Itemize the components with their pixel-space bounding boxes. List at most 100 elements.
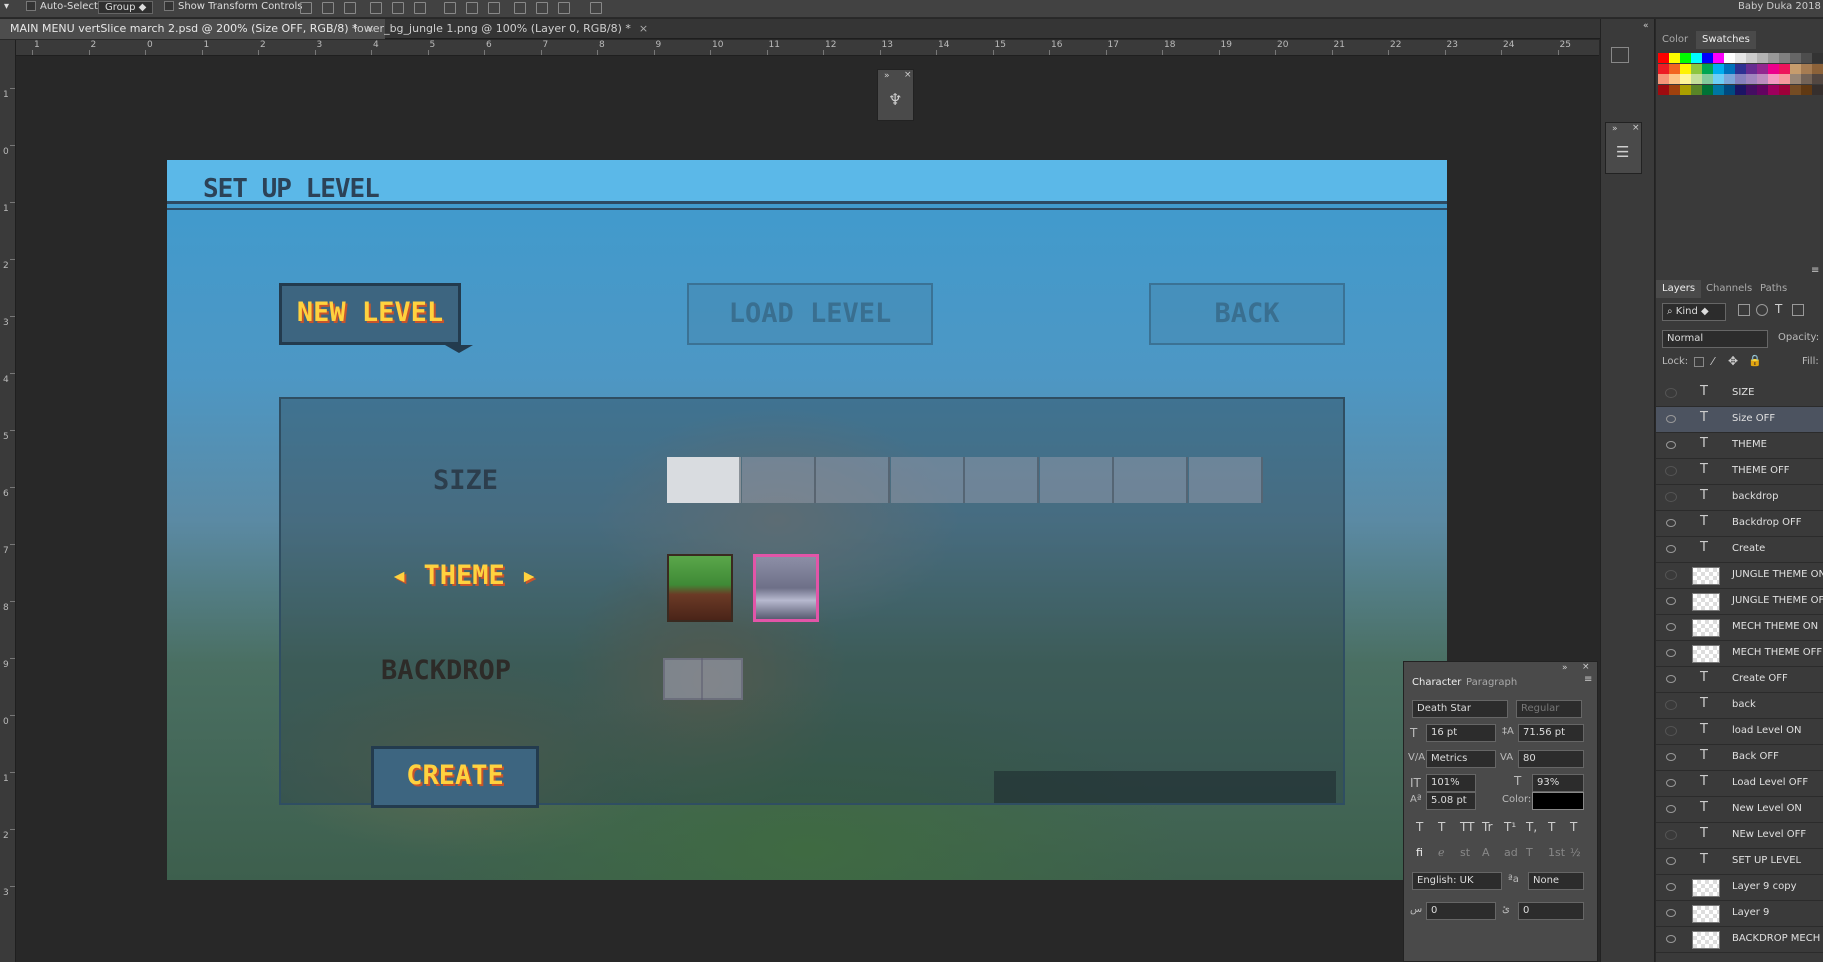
swatch[interactable] <box>1801 84 1812 95</box>
opentype-button[interactable]: ½ <box>1570 846 1581 859</box>
swatch[interactable] <box>1658 53 1669 63</box>
text-style-button[interactable]: Tr <box>1482 820 1493 834</box>
opentype-button[interactable]: A <box>1482 846 1490 859</box>
swatch[interactable] <box>1757 84 1768 95</box>
distribute-left-icon[interactable] <box>514 2 526 14</box>
theme-label[interactable]: ◂ THEME ▸ <box>391 560 537 591</box>
mech-theme-tile[interactable] <box>753 554 819 622</box>
swatch[interactable] <box>1713 63 1724 74</box>
visibility-eye-icon[interactable] <box>1666 909 1676 917</box>
visibility-eye-icon[interactable] <box>1666 415 1676 423</box>
size-segment[interactable] <box>667 457 741 503</box>
swatch[interactable] <box>1746 84 1757 95</box>
backdrop-swatch[interactable] <box>663 658 743 700</box>
blend-mode-dropdown[interactable]: Normal <box>1662 330 1768 348</box>
opentype-button[interactable]: ℯ <box>1438 846 1445 859</box>
close-icon[interactable]: × <box>1632 123 1640 133</box>
text-style-button[interactable]: T¹ <box>1504 820 1516 834</box>
tab-paragraph[interactable]: Paragraph <box>1460 674 1523 692</box>
swatch[interactable] <box>1680 74 1691 84</box>
visibility-eye-icon[interactable] <box>1666 883 1676 891</box>
layer-filter-dropdown[interactable]: ⌕ Kind ◆ <box>1662 303 1726 321</box>
swatch[interactable] <box>1680 63 1691 74</box>
text-style-button[interactable]: TT <box>1460 820 1474 834</box>
distribute-vcenter-icon[interactable] <box>466 2 478 14</box>
tab-paths[interactable]: Paths <box>1754 280 1793 298</box>
layer-row[interactable]: MECH THEME ON <box>1656 615 1823 641</box>
create-button[interactable]: CREATE <box>371 746 539 808</box>
new-level-button[interactable]: NEW LEVEL <box>279 283 461 345</box>
swatch[interactable] <box>1801 53 1812 63</box>
layer-row[interactable]: Tbackdrop <box>1656 485 1823 511</box>
size-segment[interactable] <box>1039 457 1114 503</box>
visibility-eye-icon[interactable] <box>1666 623 1676 631</box>
swatch[interactable] <box>1691 74 1702 84</box>
align-top-icon[interactable] <box>300 2 312 14</box>
auto-select-dropdown[interactable]: Group ◆ <box>98 1 154 14</box>
baseline-shift-field[interactable]: 5.08 pt <box>1426 792 1476 810</box>
swatch[interactable] <box>1735 84 1746 95</box>
swatch[interactable] <box>1735 74 1746 84</box>
font-style-select[interactable]: Regular <box>1516 700 1582 718</box>
swatch[interactable] <box>1801 63 1812 74</box>
swatch[interactable] <box>1812 53 1823 63</box>
visibility-eye-icon[interactable] <box>1666 545 1676 553</box>
swatch[interactable] <box>1680 84 1691 95</box>
visibility-eye-icon[interactable] <box>1666 519 1676 527</box>
swatch[interactable] <box>1735 53 1746 63</box>
text-style-button[interactable]: T, <box>1526 820 1537 834</box>
auto-select-checkbox[interactable]: Auto-Select: <box>26 1 101 12</box>
swatches-panel-icon[interactable] <box>1611 47 1629 63</box>
load-level-button[interactable]: LOAD LEVEL <box>687 283 933 345</box>
distribute-bottom-icon[interactable] <box>488 2 500 14</box>
swatch[interactable] <box>1779 63 1790 74</box>
swatch[interactable] <box>1746 74 1757 84</box>
show-transform-checkbox[interactable]: Show Transform Controls <box>164 1 302 12</box>
visibility-eye-icon[interactable] <box>1665 830 1677 840</box>
opentype-button[interactable]: ad <box>1504 846 1518 859</box>
floating-adjust-panel[interactable]: » × ☰ <box>1605 122 1642 174</box>
visibility-eye-icon[interactable] <box>1666 441 1676 449</box>
lock-all-icon[interactable]: 🔒 <box>1748 354 1762 367</box>
collapse-icon[interactable]: « <box>1643 21 1649 31</box>
swatch[interactable] <box>1790 53 1801 63</box>
swatch[interactable] <box>1779 53 1790 63</box>
lock-transparent-icon[interactable] <box>1694 357 1704 367</box>
size-segment[interactable] <box>741 457 816 503</box>
layer-row[interactable]: T THEME OFF <box>1656 459 1823 485</box>
distribute-top-icon[interactable] <box>444 2 456 14</box>
expand-icon[interactable]: » <box>884 71 890 81</box>
align-right-icon[interactable] <box>414 2 426 14</box>
tab-swatches[interactable]: Swatches <box>1696 31 1756 49</box>
swatch[interactable] <box>1702 84 1713 95</box>
workspace-user[interactable]: Baby Duka 2018 <box>1738 1 1821 12</box>
close-icon[interactable]: × <box>639 22 648 35</box>
swatch[interactable] <box>1658 63 1669 74</box>
swatch[interactable] <box>1702 74 1713 84</box>
tab-channels[interactable]: Channels <box>1700 280 1758 298</box>
visibility-eye-icon[interactable] <box>1666 597 1676 605</box>
swatch[interactable] <box>1724 53 1735 63</box>
visibility-eye-icon[interactable] <box>1666 675 1676 683</box>
panel-menu-icon[interactable]: ≡ <box>1584 674 1592 685</box>
swatch[interactable] <box>1735 63 1746 74</box>
swatch[interactable] <box>1768 63 1779 74</box>
filter-pixel-icon[interactable] <box>1738 304 1750 316</box>
layer-row[interactable]: Tload Level ON <box>1656 719 1823 745</box>
doc-tab-lower-bg[interactable]: lower_bg_jungle 1.png @ 100% (Layer 0, R… <box>344 19 658 39</box>
layer-row[interactable]: T SIZE <box>1656 381 1823 407</box>
align-left-icon[interactable] <box>370 2 382 14</box>
arabic-spacing-field[interactable]: 0 <box>1426 902 1496 920</box>
swatch[interactable] <box>1669 84 1680 95</box>
swatch[interactable] <box>1713 74 1724 84</box>
swatch[interactable] <box>1691 63 1702 74</box>
layer-row[interactable]: T THEME <box>1656 433 1823 459</box>
visibility-eye-icon[interactable] <box>1666 753 1676 761</box>
tracking-field[interactable]: 80 <box>1518 750 1584 768</box>
text-style-button[interactable]: T <box>1438 820 1445 834</box>
swatch[interactable] <box>1790 63 1801 74</box>
swatch[interactable] <box>1713 84 1724 95</box>
font-size-field[interactable]: 16 pt <box>1426 724 1496 742</box>
tool-preset-arrow[interactable]: ▾ <box>4 1 9 12</box>
panel-menu-icon[interactable]: ≡ <box>1811 265 1819 276</box>
